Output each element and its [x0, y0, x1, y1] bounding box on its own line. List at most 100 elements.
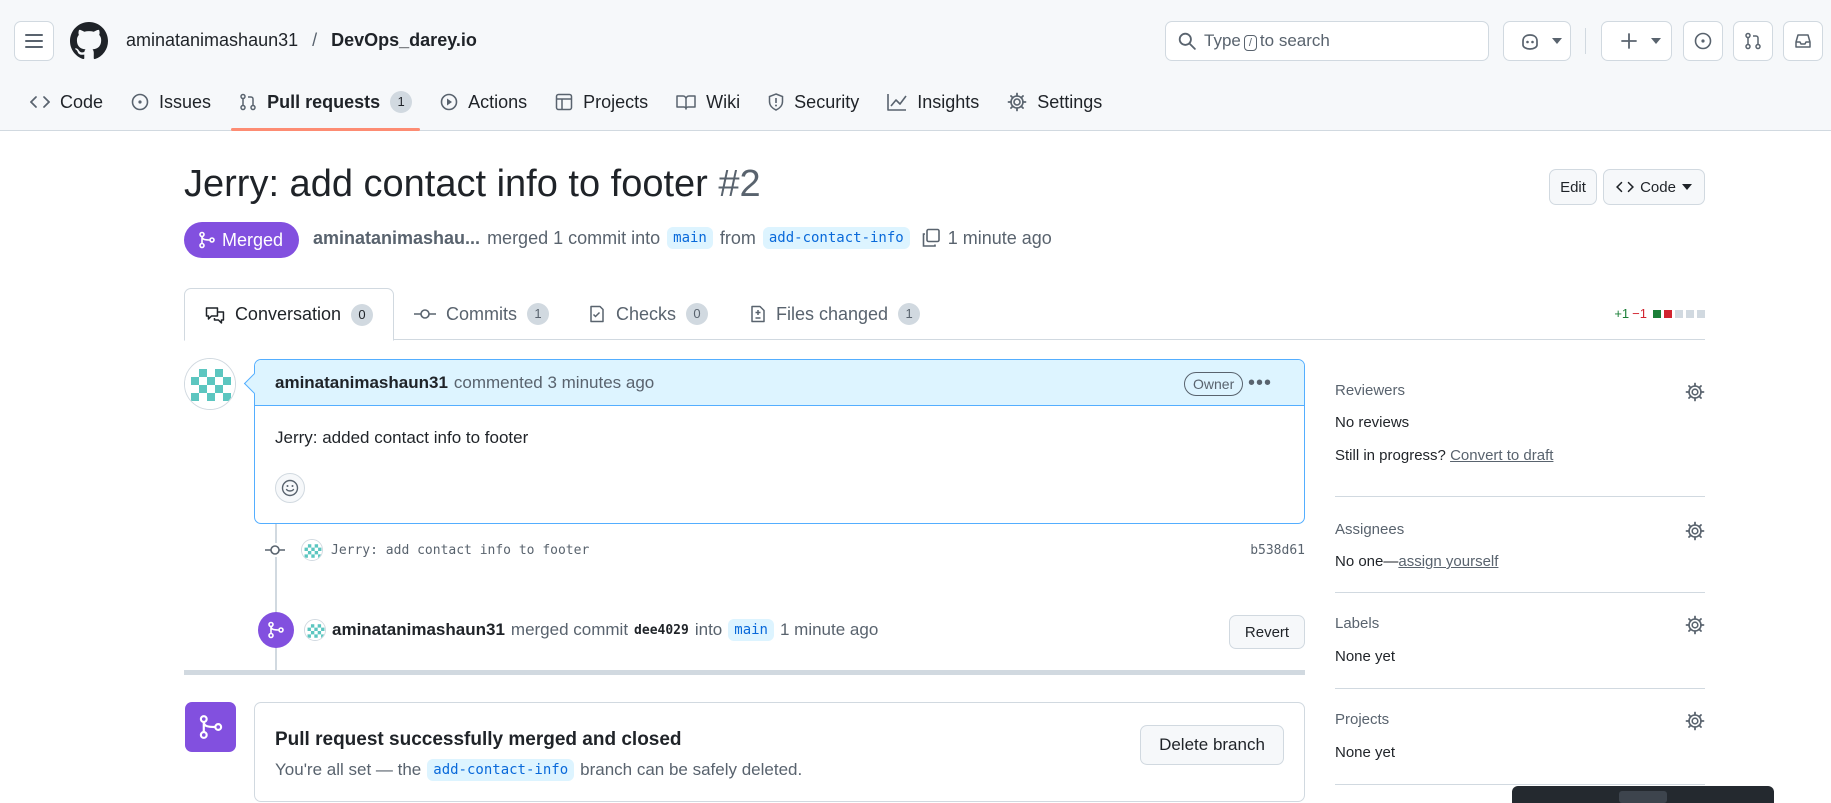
breadcrumb-repo[interactable]: DevOps_darey.io	[331, 30, 477, 51]
issues-button[interactable]	[1683, 21, 1723, 61]
nav-code[interactable]: Code	[18, 82, 115, 122]
sidebar: Reviewers No reviews Still in progress? …	[1335, 370, 1705, 785]
tab-commits-count: 1	[527, 303, 549, 325]
base-branch[interactable]: main	[667, 227, 713, 249]
nav-projects[interactable]: Projects	[543, 82, 660, 122]
reviewers-value: No reviews	[1335, 414, 1410, 431]
revert-button[interactable]: Revert	[1229, 615, 1305, 649]
identicon-icon	[302, 540, 322, 560]
add-reaction-button[interactable]	[275, 473, 305, 503]
merged-status-box: Pull request successfully merged and clo…	[254, 702, 1305, 802]
merge-icon	[268, 621, 284, 639]
page-title: Jerry: add contact info to footer #2	[184, 163, 761, 206]
copilot-icon	[1522, 34, 1538, 50]
identicon-icon	[185, 359, 235, 409]
tab-commits[interactable]: Commits 1	[394, 288, 569, 340]
nav-actions[interactable]: Actions	[428, 82, 539, 122]
code-button[interactable]: Code	[1603, 169, 1705, 205]
kebab-icon[interactable]: •••	[1248, 372, 1272, 395]
commit-message-link[interactable]: Jerry: add contact info to footer	[331, 543, 589, 558]
merge-event-text: aminatanimashaun31 merged commit dee4029…	[304, 619, 878, 641]
tab-checks-count: 0	[686, 303, 709, 325]
avatar[interactable]	[304, 619, 326, 641]
graph-icon	[887, 94, 907, 111]
diffstat-block-add	[1653, 309, 1661, 318]
delete-branch-button[interactable]: Delete branch	[1140, 725, 1284, 765]
inbox-icon	[1795, 34, 1811, 48]
copy-icon[interactable]	[921, 228, 941, 248]
pull-requests-button[interactable]	[1733, 21, 1773, 61]
merge-text-1: merged commit	[510, 620, 629, 639]
avatar[interactable]	[301, 539, 323, 561]
sidebar-reviewers: Reviewers No reviews Still in progress? …	[1335, 370, 1705, 497]
search-placeholder: Type / to search	[1204, 31, 1330, 51]
merge-sha-link[interactable]: dee4029	[634, 623, 689, 638]
search-input[interactable]: Type / to search	[1165, 21, 1489, 61]
hamburger-icon	[25, 34, 43, 48]
nav-wiki[interactable]: Wiki	[664, 82, 752, 122]
sidebar-labels: Labels None yet	[1335, 593, 1705, 689]
diffstat-additions: +1	[1614, 306, 1630, 321]
merge-icon	[199, 715, 222, 739]
sidebar-projects: Projects None yet	[1335, 689, 1705, 785]
play-icon	[440, 93, 458, 111]
merge-text-2: into	[694, 620, 723, 639]
merge-time[interactable]: 1 minute ago	[780, 620, 878, 640]
tab-files-changed[interactable]: Files changed 1	[730, 288, 940, 340]
book-icon	[676, 95, 696, 110]
diffstat-block-del	[1664, 309, 1672, 318]
pr-meta: aminatanimashau... merged 1 commit into …	[313, 227, 1052, 249]
pr-title-text: Jerry: add contact info to footer	[184, 163, 708, 205]
merge-branch[interactable]: main	[728, 619, 774, 641]
head-branch[interactable]: add-contact-info	[762, 227, 910, 249]
reviewers-heading: Reviewers	[1335, 382, 1406, 399]
tab-conversation[interactable]: Conversation 0	[184, 288, 394, 341]
github-logo-icon[interactable]	[70, 22, 108, 60]
avatar[interactable]	[184, 358, 236, 410]
gear-icon[interactable]	[1685, 521, 1705, 541]
search-icon	[1178, 32, 1196, 50]
chevron-down-icon	[1651, 38, 1661, 44]
commit-sha-link[interactable]: b538d61	[1250, 543, 1305, 558]
menu-button[interactable]	[14, 21, 54, 61]
nav-wiki-label: Wiki	[706, 91, 741, 112]
nav-issues[interactable]: Issues	[119, 82, 223, 122]
gear-icon[interactable]	[1685, 615, 1705, 635]
code-button-label: Code	[1640, 178, 1676, 196]
gear-icon[interactable]	[1685, 382, 1705, 402]
copilot-button[interactable]	[1503, 21, 1571, 61]
timeline-end-bar	[184, 670, 1305, 675]
comment-card: aminatanimashaun31 commented 3 minutes a…	[254, 359, 1305, 524]
nav-settings[interactable]: Settings	[995, 82, 1114, 122]
pr-time: 1 minute ago	[947, 227, 1052, 248]
merge-event: aminatanimashaun31 merged commit dee4029…	[258, 612, 1305, 649]
merge-event-badge	[258, 612, 294, 648]
merged-sub-1: You're all set — the	[275, 760, 422, 779]
assign-yourself-link[interactable]: assign yourself	[1398, 553, 1498, 570]
nav-insights[interactable]: Insights	[875, 82, 991, 122]
shield-icon	[768, 93, 784, 111]
search-suffix: to search	[1259, 31, 1330, 50]
diffstat-block-neutral	[1675, 309, 1683, 318]
tab-files-changed-label: Files changed	[776, 303, 889, 324]
comment-author[interactable]: aminatanimashaun31	[275, 373, 448, 393]
merged-status-icon	[185, 702, 236, 752]
create-new-button[interactable]	[1601, 21, 1672, 61]
diffstat: +1 −1	[1614, 306, 1705, 321]
tab-checks[interactable]: Checks 0	[568, 288, 728, 340]
merged-branch[interactable]: add-contact-info	[427, 759, 575, 781]
breadcrumb-owner[interactable]: aminatanimashaun31	[126, 30, 298, 51]
breadcrumb-separator: /	[312, 30, 318, 50]
pr-author-link[interactable]: aminatanimashau...	[313, 228, 480, 249]
gear-icon[interactable]	[1685, 711, 1705, 731]
convert-to-draft-link[interactable]: Convert to draft	[1450, 447, 1553, 464]
nav-pull-requests[interactable]: Pull requests 1	[227, 82, 424, 131]
tab-commits-label: Commits	[446, 303, 517, 324]
nav-security[interactable]: Security	[756, 82, 871, 122]
edit-button[interactable]: Edit	[1549, 169, 1597, 205]
inbox-button[interactable]	[1783, 21, 1823, 61]
comment-action[interactable]: commented 3 minutes ago	[454, 373, 654, 393]
file-diff-icon	[751, 305, 765, 323]
merge-author-link[interactable]: aminatanimashaun31	[332, 620, 505, 640]
pr-from-text: from	[719, 227, 756, 248]
